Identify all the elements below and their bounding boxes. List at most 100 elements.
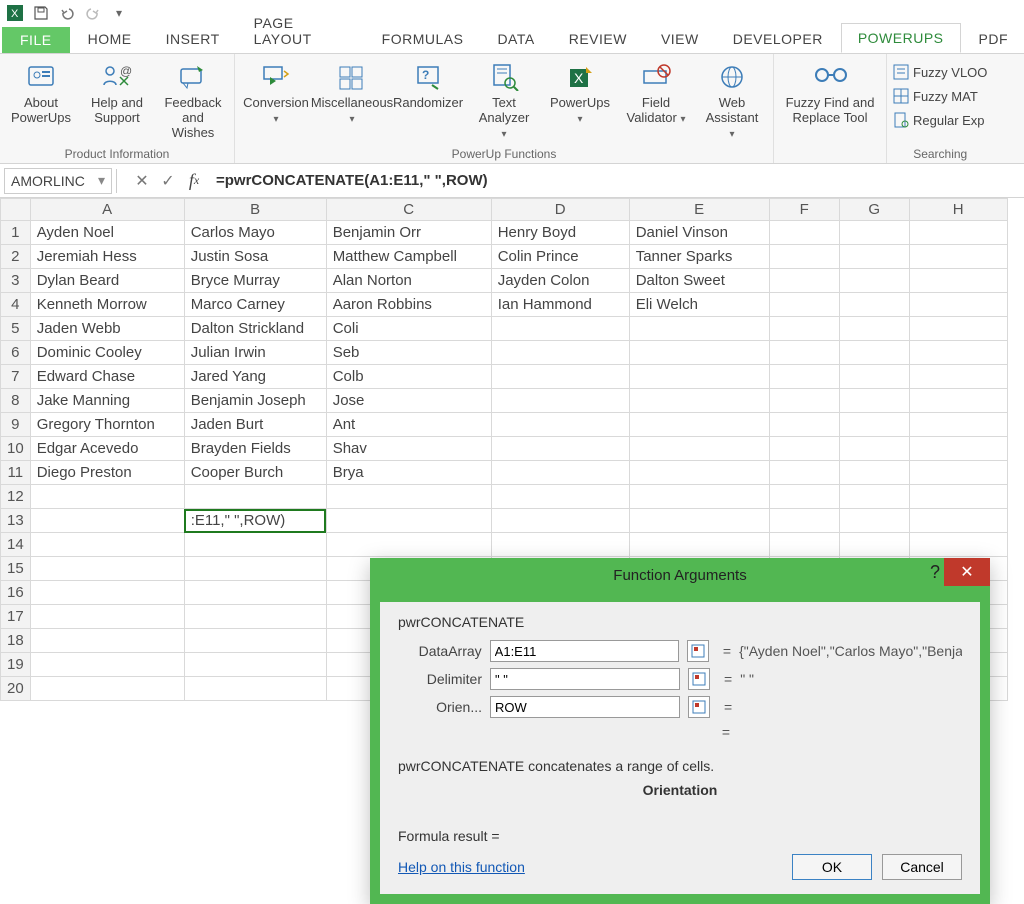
cell-A8[interactable]: Jake Manning — [30, 389, 184, 413]
cell-A9[interactable]: Gregory Thornton — [30, 413, 184, 437]
cell-E6[interactable] — [629, 341, 769, 365]
tab-page-layout[interactable]: PAGE LAYOUT — [238, 9, 364, 53]
arg-input-0[interactable] — [490, 640, 679, 662]
tab-view[interactable]: VIEW — [645, 25, 715, 53]
tab-file[interactable]: FILE — [2, 27, 70, 53]
cell-B16[interactable] — [184, 581, 326, 605]
randomizer-button[interactable]: ? Randomizer — [393, 58, 463, 113]
cell-B6[interactable]: Julian Irwin — [184, 341, 326, 365]
cell-F2[interactable] — [769, 245, 839, 269]
cell-A3[interactable]: Dylan Beard — [30, 269, 184, 293]
arg-input-1[interactable] — [490, 668, 680, 690]
cell-B12[interactable] — [184, 485, 326, 509]
cell-A2[interactable]: Jeremiah Hess — [30, 245, 184, 269]
row-header[interactable]: 18 — [1, 629, 31, 653]
cell-A14[interactable] — [30, 533, 184, 557]
row-header[interactable]: 19 — [1, 653, 31, 677]
tab-formulas[interactable]: FORMULAS — [366, 25, 480, 53]
cell-H6[interactable] — [909, 341, 1007, 365]
cell-A1[interactable]: Ayden Noel — [30, 221, 184, 245]
cell-H11[interactable] — [909, 461, 1007, 485]
cell-C8[interactable]: Jose — [326, 389, 491, 413]
field-validator-button[interactable]: Field Validator — [621, 58, 691, 128]
cell-A20[interactable] — [30, 677, 184, 701]
undo-button[interactable] — [56, 2, 78, 24]
cell-H14[interactable] — [909, 533, 1007, 557]
col-header[interactable]: C — [326, 199, 491, 221]
tab-developer[interactable]: DEVELOPER — [717, 25, 839, 53]
cell-D7[interactable] — [491, 365, 629, 389]
row-header[interactable]: 6 — [1, 341, 31, 365]
regular-expr-button[interactable]: Regular Exp — [893, 110, 985, 130]
cell-B2[interactable]: Justin Sosa — [184, 245, 326, 269]
tab-data[interactable]: DATA — [481, 25, 550, 53]
cell-E12[interactable] — [629, 485, 769, 509]
col-header[interactable]: B — [184, 199, 326, 221]
cell-F5[interactable] — [769, 317, 839, 341]
arg-input-2[interactable] — [490, 696, 680, 718]
cell-B10[interactable]: Brayden Fields — [184, 437, 326, 461]
cell-G9[interactable] — [839, 413, 909, 437]
cell-B13[interactable]: :E11," ",ROW) — [184, 509, 326, 533]
col-header[interactable]: F — [769, 199, 839, 221]
cell-C1[interactable]: Benjamin Orr — [326, 221, 491, 245]
cell-G2[interactable] — [839, 245, 909, 269]
row-header[interactable]: 9 — [1, 413, 31, 437]
cell-H10[interactable] — [909, 437, 1007, 461]
cell-D10[interactable] — [491, 437, 629, 461]
qat-dropdown[interactable]: ▾ — [108, 2, 130, 24]
cell-H12[interactable] — [909, 485, 1007, 509]
redo-button[interactable] — [82, 2, 104, 24]
text-analyzer-button[interactable]: Text Analyzer — [469, 58, 539, 143]
cell-F10[interactable] — [769, 437, 839, 461]
cancel-formula-button[interactable]: ✕ — [130, 169, 154, 193]
cell-E10[interactable] — [629, 437, 769, 461]
worksheet[interactable]: ABCDEFGH1Ayden NoelCarlos MayoBenjamin O… — [0, 198, 1024, 701]
cell-G13[interactable] — [839, 509, 909, 533]
cell-G10[interactable] — [839, 437, 909, 461]
cell-A18[interactable] — [30, 629, 184, 653]
cell-F11[interactable] — [769, 461, 839, 485]
cell-F1[interactable] — [769, 221, 839, 245]
fuzzy-vlookup-button[interactable]: Fuzzy VLOO — [893, 62, 987, 82]
cell-C5[interactable]: Coli — [326, 317, 491, 341]
cell-F7[interactable] — [769, 365, 839, 389]
cell-B18[interactable] — [184, 629, 326, 653]
row-header[interactable]: 17 — [1, 605, 31, 629]
cell-H7[interactable] — [909, 365, 1007, 389]
row-header[interactable]: 2 — [1, 245, 31, 269]
formula-input[interactable] — [210, 168, 1020, 194]
col-header[interactable]: A — [30, 199, 184, 221]
cell-A5[interactable]: Jaden Webb — [30, 317, 184, 341]
cell-E1[interactable]: Daniel Vinson — [629, 221, 769, 245]
cell-F3[interactable] — [769, 269, 839, 293]
cell-A15[interactable] — [30, 557, 184, 581]
cell-H4[interactable] — [909, 293, 1007, 317]
cell-F13[interactable] — [769, 509, 839, 533]
cell-D12[interactable] — [491, 485, 629, 509]
cell-A17[interactable] — [30, 605, 184, 629]
about-powerups-button[interactable]: About PowerUps — [6, 58, 76, 128]
cell-G6[interactable] — [839, 341, 909, 365]
row-header[interactable]: 5 — [1, 317, 31, 341]
web-assistant-button[interactable]: Web Assistant — [697, 58, 767, 143]
cell-E13[interactable] — [629, 509, 769, 533]
cell-H3[interactable] — [909, 269, 1007, 293]
cell-C12[interactable] — [326, 485, 491, 509]
cell-B3[interactable]: Bryce Murray — [184, 269, 326, 293]
cell-B15[interactable] — [184, 557, 326, 581]
cell-D14[interactable] — [491, 533, 629, 557]
row-header[interactable]: 20 — [1, 677, 31, 701]
row-header[interactable]: 11 — [1, 461, 31, 485]
cell-E7[interactable] — [629, 365, 769, 389]
col-header[interactable]: D — [491, 199, 629, 221]
cell-G8[interactable] — [839, 389, 909, 413]
cell-B8[interactable]: Benjamin Joseph — [184, 389, 326, 413]
cell-E2[interactable]: Tanner Sparks — [629, 245, 769, 269]
row-header[interactable]: 8 — [1, 389, 31, 413]
range-selector-button[interactable] — [688, 696, 710, 718]
cell-E5[interactable] — [629, 317, 769, 341]
dialog-close-button[interactable]: ✕ — [944, 558, 990, 586]
col-header[interactable]: E — [629, 199, 769, 221]
cell-B19[interactable] — [184, 653, 326, 677]
